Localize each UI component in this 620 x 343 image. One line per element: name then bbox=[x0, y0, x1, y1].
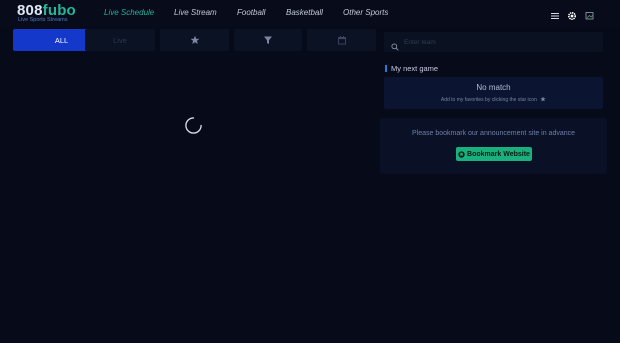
loading-spinner-icon bbox=[184, 116, 203, 135]
filter-calendar-button[interactable] bbox=[307, 29, 376, 51]
header-icons bbox=[550, 8, 600, 21]
star-icon bbox=[540, 96, 546, 102]
next-game-panel: No match Add to my favorites by clicking… bbox=[384, 77, 603, 109]
menu-icon[interactable] bbox=[550, 8, 560, 19]
announcement-text: Please bookmark our announcement site in… bbox=[411, 130, 576, 137]
announcement-panel: Please bookmark our announcement site in… bbox=[380, 118, 607, 174]
nav-basketball[interactable]: Basketball bbox=[286, 8, 323, 17]
filter-live-button[interactable]: Live bbox=[85, 29, 155, 51]
nav-live-schedule[interactable]: Live Schedule bbox=[104, 8, 154, 17]
flag-icon[interactable] bbox=[585, 8, 595, 20]
nav-other-sports[interactable]: Other Sports bbox=[343, 8, 388, 17]
site-logo[interactable]: 808fubo Live Sports Streams bbox=[17, 3, 81, 25]
next-game-title: My next game bbox=[391, 64, 439, 73]
favorites-hint: Add to my favorites by clicking the star… bbox=[384, 96, 603, 103]
settings-gear-icon[interactable] bbox=[567, 8, 577, 21]
star-icon bbox=[190, 35, 199, 44]
top-header: 808fubo Live Sports Streams Live Schedul… bbox=[0, 0, 620, 26]
team-search bbox=[384, 32, 603, 52]
favorites-hint-text: Add to my favorites by clicking the star… bbox=[440, 97, 537, 103]
search-icon bbox=[391, 38, 399, 51]
nav-live-stream[interactable]: Live Stream bbox=[174, 8, 217, 17]
calendar-icon bbox=[337, 36, 346, 45]
section-marker bbox=[385, 65, 387, 72]
search-input[interactable] bbox=[404, 34, 594, 50]
filter-icon bbox=[264, 36, 272, 44]
nav-football[interactable]: Football bbox=[237, 8, 265, 17]
bookmark-button-label: Bookmark Website bbox=[467, 150, 530, 158]
bookmark-website-button[interactable]: Bookmark Website bbox=[456, 147, 532, 161]
filter-funnel-button[interactable] bbox=[234, 29, 302, 51]
bookmark-icon bbox=[458, 150, 465, 158]
no-match-text: No match bbox=[476, 83, 511, 92]
filter-favorites-button[interactable] bbox=[160, 29, 229, 51]
logo-tagline: Live Sports Streams bbox=[18, 17, 68, 23]
